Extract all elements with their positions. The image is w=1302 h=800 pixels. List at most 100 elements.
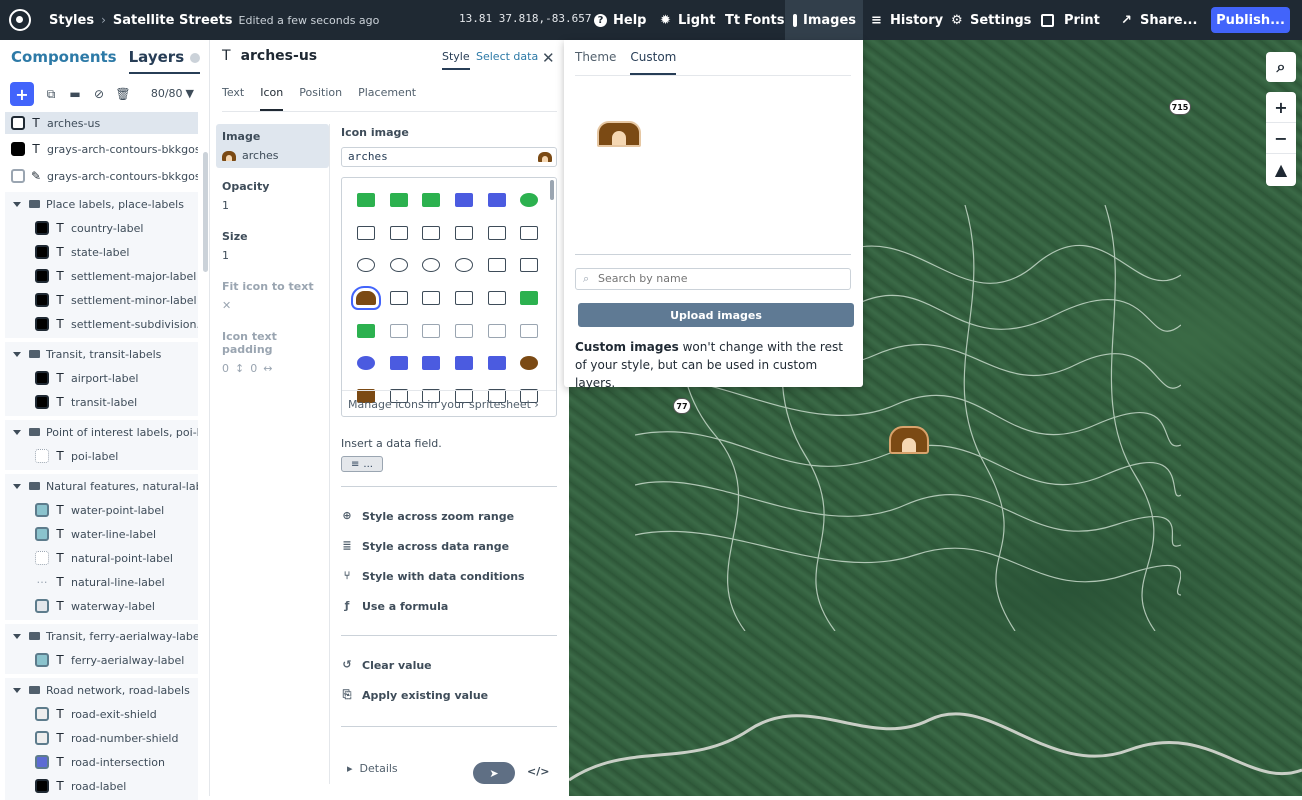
sprite-icon[interactable] bbox=[480, 184, 513, 217]
layer-item[interactable]: Tsettlement-minor-label bbox=[5, 288, 198, 312]
layer-item[interactable]: Tsettlement-subdivision... bbox=[5, 312, 198, 336]
style-name[interactable]: Satellite Streets bbox=[113, 13, 233, 28]
sprite-icon[interactable] bbox=[350, 314, 383, 347]
scrollbar[interactable] bbox=[550, 180, 554, 200]
zoom-out-button[interactable]: − bbox=[1266, 123, 1296, 154]
sprite-icon[interactable] bbox=[448, 282, 481, 315]
sprite-icon[interactable] bbox=[350, 249, 383, 282]
sprite-icon[interactable] bbox=[350, 184, 383, 217]
layer-item[interactable]: … Tnatural-line-label bbox=[5, 570, 198, 594]
history-button[interactable]: ≡ History bbox=[863, 0, 951, 40]
scrollbar[interactable] bbox=[203, 152, 208, 272]
images-button[interactable]: Images bbox=[785, 0, 863, 40]
layer-group-header[interactable]: Place labels, place-labels bbox=[5, 192, 198, 216]
print-button[interactable]: Print bbox=[1033, 0, 1108, 40]
sprite-icon[interactable] bbox=[415, 282, 448, 315]
map-search-button[interactable]: ⌕ bbox=[1266, 52, 1296, 82]
layer-item[interactable]: Tpoi-label bbox=[5, 444, 198, 468]
layer-item[interactable]: Tairport-label bbox=[5, 366, 198, 390]
prop-size[interactable]: Size 1 bbox=[216, 224, 329, 268]
data-field-button[interactable]: ≡... bbox=[341, 456, 383, 472]
add-layer-button[interactable]: + bbox=[10, 82, 34, 106]
sprite-icon[interactable] bbox=[448, 184, 481, 217]
layer-item[interactable]: Tgrays-arch-contours-bkkgos ... bbox=[5, 137, 198, 161]
layer-group-header[interactable]: Natural features, natural-labels bbox=[5, 474, 198, 498]
folder-icon[interactable]: ▬ bbox=[68, 87, 82, 101]
layer-item[interactable]: Tcountry-label bbox=[5, 216, 198, 240]
layer-item[interactable]: Twater-point-label bbox=[5, 498, 198, 522]
sprite-icon[interactable] bbox=[415, 249, 448, 282]
manage-icons-link[interactable]: Manage icons in your spritesheet › bbox=[342, 390, 556, 416]
sprite-icon[interactable] bbox=[513, 184, 546, 217]
sprite-icon[interactable] bbox=[383, 314, 416, 347]
layer-item[interactable]: Twater-line-label bbox=[5, 522, 198, 546]
sprite-icon[interactable] bbox=[513, 314, 546, 347]
layer-item[interactable]: Troad-label bbox=[5, 774, 198, 798]
sprite-icon[interactable] bbox=[513, 249, 546, 282]
image-search-field[interactable]: ⌕ bbox=[575, 268, 851, 290]
style-across-data-button[interactable]: ≣ Style across data range bbox=[341, 531, 557, 561]
compass-button[interactable]: ▲ bbox=[1266, 154, 1296, 185]
custom-arch-image[interactable] bbox=[597, 121, 641, 147]
settings-button[interactable]: ⚙ Settings bbox=[943, 0, 1039, 40]
code-view-button[interactable]: </> bbox=[527, 765, 549, 778]
prop-opacity[interactable]: Opacity 1 bbox=[216, 174, 329, 218]
select-mode-button[interactable]: ➤ bbox=[473, 762, 515, 784]
upload-images-button[interactable]: Upload images bbox=[578, 303, 854, 327]
fonts-button[interactable]: Tt Fonts bbox=[717, 0, 793, 40]
sprite-icon[interactable] bbox=[383, 249, 416, 282]
sprite-icon[interactable] bbox=[350, 347, 383, 380]
layer-count[interactable]: 80/80 ▼ bbox=[151, 87, 194, 100]
style-across-zoom-button[interactable]: ⊕ Style across zoom range bbox=[341, 501, 557, 531]
prop-fit-icon[interactable]: Fit icon to text ✕ bbox=[216, 274, 329, 318]
prop-icon-text-padding[interactable]: Icon text padding 0 ↕ 0 ↔ bbox=[216, 324, 329, 381]
close-icon[interactable]: ✕ bbox=[542, 49, 555, 67]
tab-custom[interactable]: Custom bbox=[630, 50, 677, 75]
tab-style[interactable]: Style bbox=[442, 50, 470, 70]
hide-icon[interactable]: ⊘ bbox=[92, 87, 106, 101]
sprite-icon[interactable] bbox=[480, 347, 513, 380]
layer-group-header[interactable]: Point of interest labels, poi-lab... bbox=[5, 420, 198, 444]
sprite-icon[interactable] bbox=[480, 314, 513, 347]
details-toggle[interactable]: ▸ Details bbox=[347, 762, 398, 775]
layer-group-header[interactable]: Transit, ferry-aerialway-labels bbox=[5, 624, 198, 648]
layer-item[interactable]: Troad-exit-shield bbox=[5, 702, 198, 726]
sprite-icon[interactable] bbox=[350, 217, 383, 250]
sprite-icon[interactable] bbox=[513, 282, 546, 315]
subtab-text[interactable]: Text bbox=[222, 86, 244, 111]
subtab-position[interactable]: Position bbox=[299, 86, 342, 111]
sprite-icon[interactable] bbox=[415, 347, 448, 380]
icon-image-input[interactable]: arches bbox=[341, 147, 557, 167]
mapbox-logo-icon[interactable] bbox=[9, 9, 31, 31]
publish-button[interactable]: Publish... bbox=[1211, 7, 1290, 33]
zoom-in-button[interactable]: + bbox=[1266, 92, 1296, 123]
route-shield[interactable]: 77 bbox=[673, 398, 691, 414]
subtab-icon[interactable]: Icon bbox=[260, 86, 284, 111]
sprite-icon[interactable] bbox=[448, 314, 481, 347]
sprite-icon[interactable] bbox=[415, 184, 448, 217]
layer-item[interactable]: Troad-number-shield bbox=[5, 726, 198, 750]
sprite-icon[interactable] bbox=[480, 217, 513, 250]
tab-layers[interactable]: Layers bbox=[128, 48, 201, 74]
layer-item[interactable]: ✎ grays-arch-contours-bkkgos bbox=[5, 164, 198, 188]
layer-group-header[interactable]: Road network, road-labels bbox=[5, 678, 198, 702]
subtab-placement[interactable]: Placement bbox=[358, 86, 416, 111]
sprite-icon[interactable] bbox=[383, 347, 416, 380]
sprite-icon[interactable] bbox=[415, 217, 448, 250]
trash-icon[interactable]: 🗑 bbox=[115, 87, 130, 101]
route-shield[interactable]: 715 bbox=[1169, 99, 1191, 115]
layer-item[interactable]: Troad-intersection bbox=[5, 750, 198, 774]
layer-item[interactable]: Tsettlement-major-label bbox=[5, 264, 198, 288]
duplicate-icon[interactable]: ⧉ bbox=[44, 87, 58, 101]
image-search-input[interactable] bbox=[598, 272, 844, 285]
style-with-conditions-button[interactable]: ⑂ Style with data conditions bbox=[341, 561, 557, 591]
clear-value-button[interactable]: ↺ Clear value bbox=[341, 650, 557, 680]
layer-item[interactable]: Tarches-us bbox=[5, 112, 198, 134]
help-button[interactable]: ? Help bbox=[586, 0, 654, 40]
arch-sprite-icon[interactable] bbox=[350, 282, 383, 315]
layer-item[interactable]: Tferry-aerialway-label bbox=[5, 648, 198, 672]
apply-existing-value-button[interactable]: ⎘ Apply existing value bbox=[341, 680, 557, 710]
arch-marker-icon[interactable] bbox=[889, 426, 929, 454]
tab-select-data[interactable]: Select data bbox=[476, 50, 538, 63]
sprite-icon[interactable] bbox=[513, 347, 546, 380]
